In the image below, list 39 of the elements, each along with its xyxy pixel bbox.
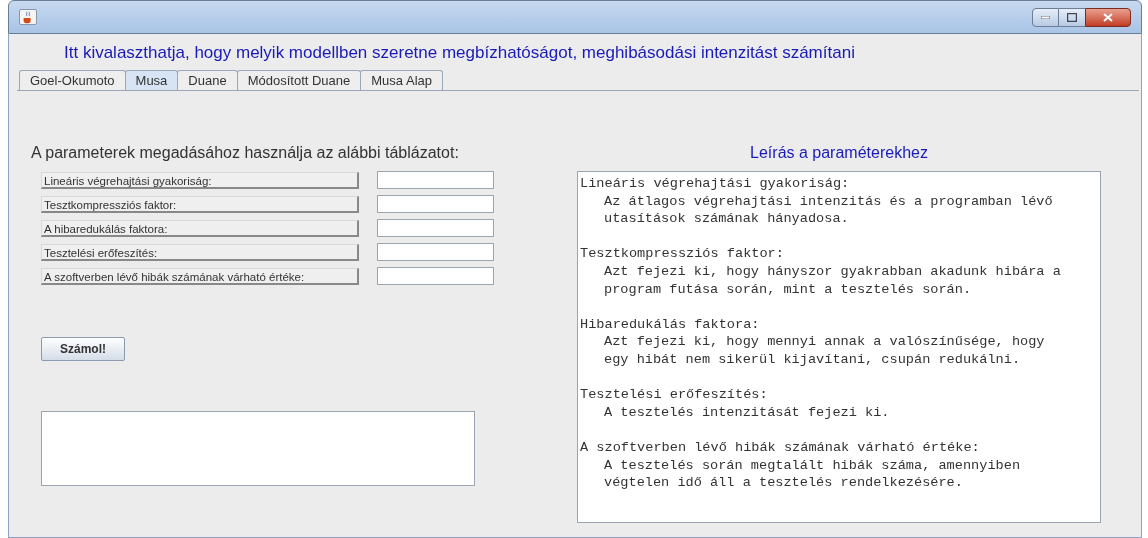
description-line: egy hibát nem sikerül kijavítani, csupán redukálni. [603, 350, 1022, 369]
parameter-label[interactable]: A szoftverben lévő hibák számának várható értéke: [41, 267, 359, 285]
description-title: A szoftverben lévő hibák számának várható értéke: [580, 438, 981, 457]
parameter-field[interactable] [377, 267, 494, 285]
close-button[interactable] [1085, 7, 1131, 27]
description-line: A tesztelés intenzitását fejezi ki. [603, 403, 891, 422]
result-area[interactable] [41, 411, 475, 486]
parameters-heading: A parameterek megadásához használja az alábbi táblázatot: [31, 143, 460, 163]
description-line: végtelen idő áll a tesztelés rendelkezésére. [603, 474, 964, 492]
parameter-field[interactable] [377, 195, 494, 213]
description-line: Azt fejezi ki, hogy mennyi annak a valószínűsége, hogy [603, 333, 1046, 351]
parameter-field[interactable] [377, 243, 494, 261]
parameter-label[interactable]: Tesztelési erőfeszítés: [41, 243, 359, 261]
parameter-label[interactable]: A hibaredukálás faktora: [41, 219, 359, 237]
tab[interactable]: Musa Alap [360, 70, 443, 90]
parameter-label[interactable]: Tesztkompressziós faktor: [41, 195, 359, 213]
close-icon [1103, 12, 1113, 22]
tab[interactable]: Goel-Okumoto [19, 70, 126, 90]
parameter-field[interactable] [377, 219, 494, 237]
description-heading: Leírás a paraméterekhez [750, 143, 928, 163]
description-title: Lineáris végrehajtási gyakoriság: [580, 175, 851, 193]
tab[interactable]: Musa [124, 70, 179, 90]
description-title: Tesztelési erőfeszítés: [580, 386, 769, 404]
header-text: Itt kivalaszthatja, hogy melyik modellben szeretne megbízhatóságot, meghibásodási intenzitást számítani [63, 42, 856, 64]
minimize-button[interactable] [1032, 7, 1059, 27]
description-title: Tesztkompressziós faktor: [580, 245, 785, 263]
description-line: Azt fejezi ki, hogy hányszor gyakrabban akadunk hibára a [603, 262, 1062, 281]
maximize-icon [1067, 12, 1077, 22]
parameter-label[interactable]: Lineáris végrehajtási gyakoriság: [41, 171, 359, 189]
description-line: program futása során, mint a tesztelés során. [603, 280, 973, 299]
description-line: utasítások számának hányadosa. [603, 210, 850, 228]
cup-icon [19, 9, 37, 25]
description-title: Hibaredukálás faktora: [580, 315, 761, 334]
description-line: A tesztelés során megtalált hibák száma, amennyiben [603, 456, 1022, 475]
calculate-button[interactable]: Számol! [41, 337, 125, 361]
parameter-field[interactable] [377, 171, 494, 189]
minimize-icon [1041, 15, 1050, 19]
maximize-button[interactable] [1059, 7, 1085, 27]
description-line: Az átlagos végrehajtási intenzitás és a programban lévő [603, 192, 1054, 211]
